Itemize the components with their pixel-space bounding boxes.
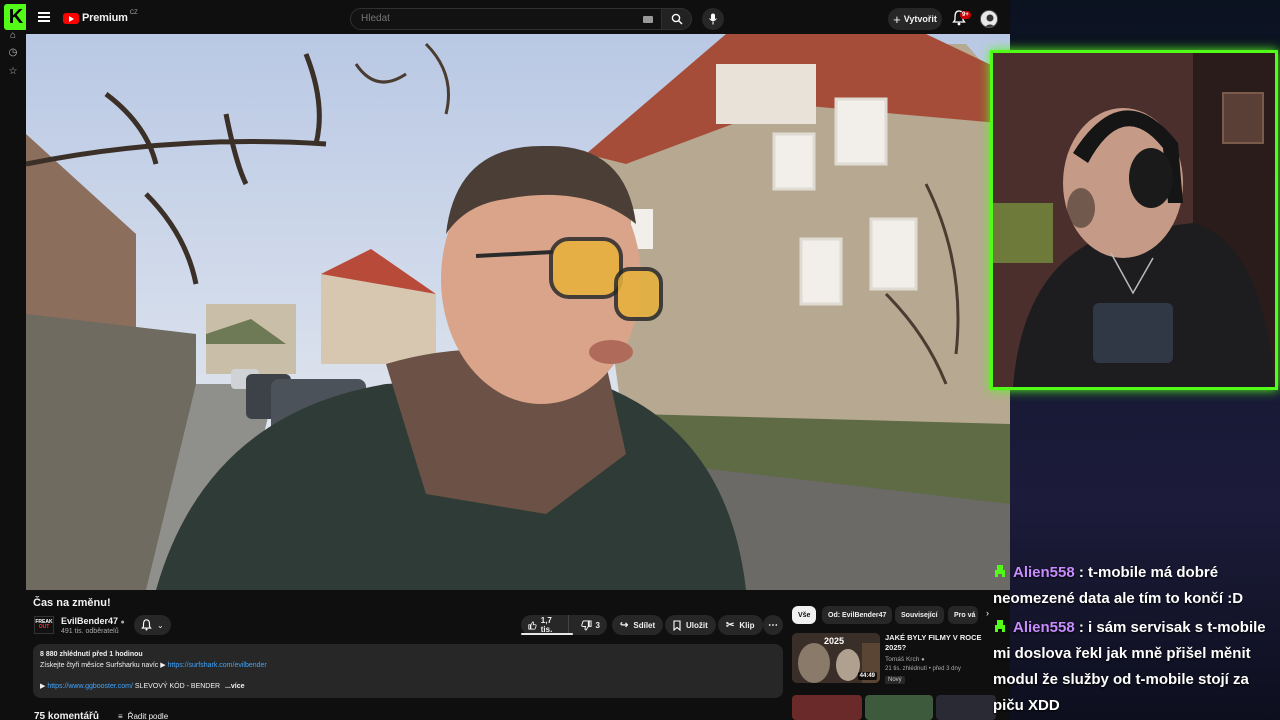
channel-name[interactable]: EvilBender47 ● [61,616,125,626]
bookmark-icon [673,619,681,631]
streamer-webcam [990,50,1278,390]
save-button[interactable]: Uložit [665,615,716,635]
keyboard-icon[interactable] [643,16,653,23]
show-more-link[interactable]: ...více [225,683,244,690]
sort-comments-button[interactable]: ≡ Řadit podle [118,712,168,720]
screen: K ⌂ ◷ ☆ Premium CZ + Vytvořit 9+ [0,0,1280,720]
video-player[interactable] [26,34,1010,590]
share-label: Sdílet [633,620,656,630]
booster-link[interactable]: https://www.ggbooster.com/ [47,683,133,690]
sort-label: Řadit podle [127,712,169,720]
history-icon[interactable]: ◷ [7,47,19,59]
chip-for-you[interactable]: Pro vá [948,606,978,624]
recommended-thumbnail-3[interactable] [865,695,933,720]
chip-from-channel[interactable]: Od: EvilBender47 [822,606,893,624]
recommended-thumbnail-4[interactable] [936,695,996,720]
chat-message: Alien558 : i sám servisak s t-mobile mi … [993,615,1280,719]
clip-button[interactable]: ✂ Klip [718,615,763,635]
subscriber-count: 491 tis. odběratelů [61,628,119,635]
top-bar: Premium CZ + Vytvořit 9+ [26,0,1010,36]
channel-avatar[interactable]: FREAK OUT [34,616,54,634]
youtube-logo[interactable]: Premium CZ [63,10,138,24]
more-dots-icon: ⋯ [768,619,778,631]
account-avatar[interactable] [980,10,998,28]
chat-username: Alien558 [1013,619,1075,636]
save-label: Uložit [686,620,708,630]
chip-related[interactable]: Související [895,606,944,624]
star-icon[interactable]: ☆ [7,66,19,78]
booster-text: SLEVOVÝ KÓD - BENDER [132,682,221,690]
region-label: CZ [129,10,138,16]
microphone-icon [709,13,717,25]
webcam-frame [993,53,1275,387]
notifications-badge: 9+ [960,11,971,19]
kick-logo: K [4,4,28,30]
brand-label: Premium [82,12,128,24]
search-button[interactable] [662,8,692,30]
sort-icon: ≡ [118,712,123,720]
booster-line: ▶ https://www.ggbooster.com/ SLEVOVÝ KÓD… [40,682,776,693]
share-button[interactable]: ↪ Sdílet [612,615,664,635]
chevron-down-icon: ⌄ [156,620,164,630]
subscription-bell-button[interactable]: ⌄ [134,615,171,635]
verified-icon: ● [120,619,125,626]
view-stats: 8 880 zhlédnutí před 1 hodinou [40,651,143,658]
plus-icon: + [893,11,901,27]
channel-name-text: EvilBender47 [61,616,119,626]
recommended-meta: 21 tis. zhlédnutí • před 3 dny [885,666,961,672]
like-count: 1,7 tis. [540,616,553,634]
recommended-thumbnail[interactable]: 2025 44:49 [792,633,880,683]
recommended-title[interactable]: JAKÉ BYLY FILMY V ROCE 2025? [885,633,985,653]
thumbs-down-icon [580,619,592,631]
chat-username: Alien558 [1013,564,1075,581]
create-button[interactable]: + Vytvořit [888,8,942,30]
video-duration: 44:49 [857,672,877,680]
recommended-thumbnail-2[interactable] [792,695,862,720]
verified-icon: ● [921,657,925,663]
recommended-channel[interactable]: Tomáš Krch ● [885,656,925,663]
video-title: Čas na změnu! [33,597,111,609]
voice-search-button[interactable] [702,8,724,30]
search-icon [671,13,682,25]
like-ratio-bar [521,633,573,635]
description-box[interactable]: 8 880 zhlédnutí před 1 hodinou Získejte … [33,644,783,698]
promo-text: Získejte čtyři měsíce Surfsharku navíc ▶ [40,661,168,669]
video-frame [26,34,1010,590]
recommended-channel-name: Tomáš Krch [885,656,920,663]
dislike-count: 3 [595,620,600,630]
chat-overlay: Alien558 : t-mobile má dobré neomezené d… [993,560,1280,720]
share-icon: ↪ [620,619,629,631]
search-input[interactable] [361,13,611,24]
menu-icon[interactable] [38,12,50,22]
promo-line: Získejte čtyři měsíce Surfsharku navíc ▶… [40,661,776,672]
avatar-text-line2: OUT [38,624,50,630]
comments-count: 75 komentářů [34,711,100,720]
scissors-icon: ✂ [726,619,735,631]
thumbnail-year: 2025 [824,636,845,646]
search-box [350,8,662,30]
dislike-button[interactable]: 3 [574,615,607,635]
clip-label: Klip [739,620,755,630]
chat-badge-icon [995,620,1005,632]
create-label: Vytvořit [903,14,937,24]
youtube-play-icon [63,12,79,24]
chevron-right-icon[interactable]: › [986,608,989,618]
thumbs-up-icon [528,620,537,630]
like-button[interactable]: 1,7 tis. [521,615,569,635]
left-rail: ⌂ ◷ ☆ [0,30,26,720]
chat-badge-icon [995,565,1005,577]
surfshark-link[interactable]: https://surfshark.com/evilbender [168,662,267,669]
more-actions-button[interactable]: ⋯ [763,615,783,635]
chip-all[interactable]: Vše [792,606,817,624]
like-dislike-group: 1,7 tis. 3 [521,615,607,635]
chat-message: Alien558 : t-mobile má dobré neomezené d… [993,560,1280,612]
new-badge: Nový [885,676,905,684]
bell-icon [141,619,153,631]
home-icon[interactable]: ⌂ [7,30,19,42]
